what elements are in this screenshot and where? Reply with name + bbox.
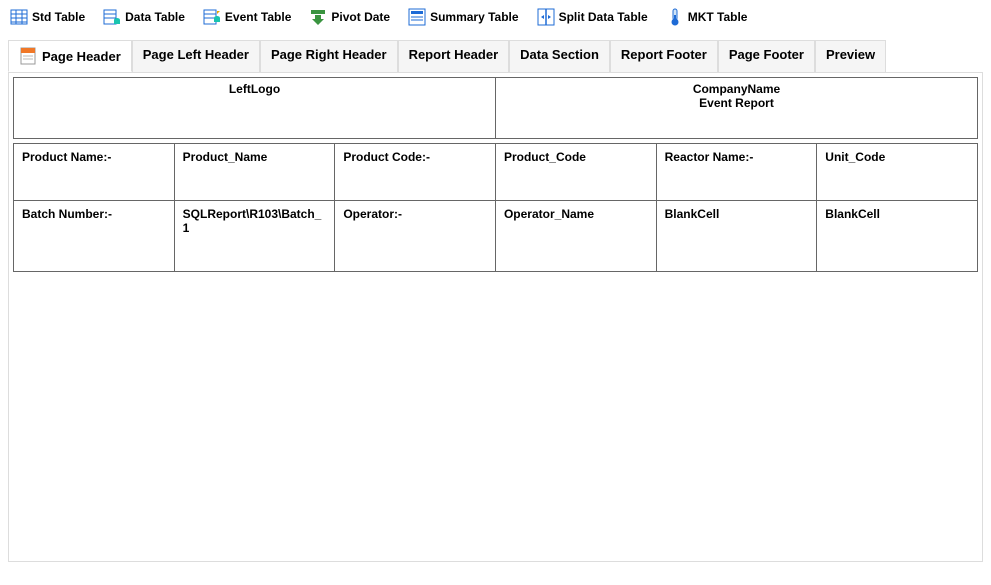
- tool-data-table[interactable]: Data Table: [103, 8, 185, 26]
- thermometer-icon: [666, 8, 684, 26]
- cell-product-code-label[interactable]: Product Code:-: [335, 144, 496, 201]
- table-row: Product Name:- Product_Name Product Code…: [14, 144, 978, 201]
- tab-label: Preview: [826, 47, 875, 62]
- tab-preview[interactable]: Preview: [815, 40, 886, 72]
- header-right-cell[interactable]: CompanyName Event Report: [496, 78, 977, 138]
- split-icon: [537, 8, 555, 26]
- tool-split-data-table[interactable]: Split Data Table: [537, 8, 648, 26]
- table-row: Batch Number:- SQLReport\R103\Batch_1 Op…: [14, 201, 978, 272]
- cell-blank-2[interactable]: BlankCell: [817, 201, 978, 272]
- tool-label: Summary Table: [430, 10, 518, 24]
- tab-report-header[interactable]: Report Header: [398, 40, 510, 72]
- cell-product-code-value[interactable]: Product_Code: [495, 144, 656, 201]
- cell-product-name-label[interactable]: Product Name:-: [14, 144, 175, 201]
- left-logo-label: LeftLogo: [22, 82, 487, 96]
- tool-label: Split Data Table: [559, 10, 648, 24]
- cell-product-name-value[interactable]: Product_Name: [174, 144, 335, 201]
- tab-label: Page Header: [42, 49, 121, 64]
- tab-label: Data Section: [520, 47, 599, 62]
- cell-operator-value[interactable]: Operator_Name: [495, 201, 656, 272]
- tool-mkt-table[interactable]: MKT Table: [666, 8, 748, 26]
- tool-label: MKT Table: [688, 10, 748, 24]
- tab-label: Page Right Header: [271, 47, 387, 62]
- tab-page-left-header[interactable]: Page Left Header: [132, 40, 260, 72]
- tool-label: Event Table: [225, 10, 291, 24]
- tool-pivot-date[interactable]: Pivot Date: [309, 8, 390, 26]
- tab-report-footer[interactable]: Report Footer: [610, 40, 718, 72]
- tab-bar: Page Header Page Left Header Page Right …: [0, 40, 991, 72]
- tab-label: Page Left Header: [143, 47, 249, 62]
- tool-event-table[interactable]: Event Table: [203, 8, 291, 26]
- report-title-label: Event Report: [504, 96, 969, 110]
- tab-label: Page Footer: [729, 47, 804, 62]
- tool-label: Pivot Date: [331, 10, 390, 24]
- grid-teal-arrow-icon: [203, 8, 221, 26]
- tab-page-right-header[interactable]: Page Right Header: [260, 40, 398, 72]
- cell-blank-1[interactable]: BlankCell: [656, 201, 817, 272]
- tab-page-footer[interactable]: Page Footer: [718, 40, 815, 72]
- company-name-label: CompanyName: [504, 82, 969, 96]
- toolbar: Std Table Data Table Event Table Pivot D…: [0, 0, 991, 40]
- arrow-down-green-icon: [309, 8, 327, 26]
- header-row: LeftLogo CompanyName Event Report: [13, 77, 978, 139]
- tool-std-table[interactable]: Std Table: [10, 8, 85, 26]
- cell-batch-number-value[interactable]: SQLReport\R103\Batch_1: [174, 201, 335, 272]
- tool-label: Data Table: [125, 10, 185, 24]
- tool-summary-table[interactable]: Summary Table: [408, 8, 518, 26]
- cell-unit-code-value[interactable]: Unit_Code: [817, 144, 978, 201]
- grid-teal-icon: [103, 8, 121, 26]
- cell-reactor-name-label[interactable]: Reactor Name:-: [656, 144, 817, 201]
- cell-operator-label[interactable]: Operator:-: [335, 201, 496, 272]
- grid-icon: [10, 8, 28, 26]
- tab-label: Report Header: [409, 47, 499, 62]
- content-panel: LeftLogo CompanyName Event Report Produc…: [8, 72, 983, 562]
- cell-batch-number-label[interactable]: Batch Number:-: [14, 201, 175, 272]
- tab-page-header[interactable]: Page Header: [8, 40, 132, 72]
- tab-data-section[interactable]: Data Section: [509, 40, 610, 72]
- tab-label: Report Footer: [621, 47, 707, 62]
- page-header-icon: [19, 47, 37, 65]
- field-grid: Product Name:- Product_Name Product Code…: [13, 143, 978, 272]
- header-left-cell[interactable]: LeftLogo: [14, 78, 496, 138]
- summary-icon: [408, 8, 426, 26]
- tool-label: Std Table: [32, 10, 85, 24]
